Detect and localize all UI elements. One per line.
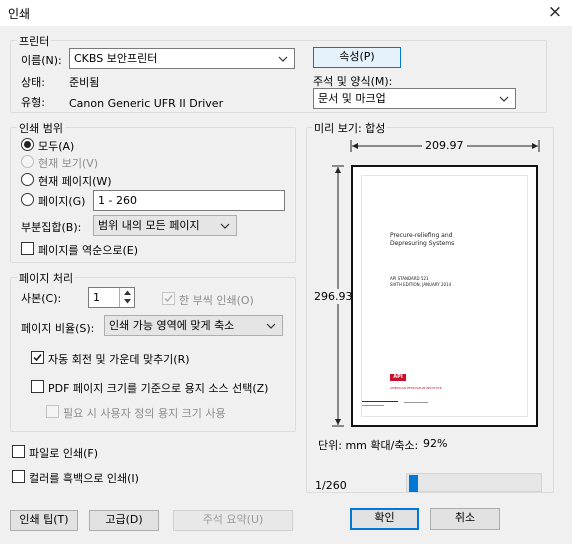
window-title: 인쇄 bbox=[8, 7, 31, 21]
chevron-down-icon bbox=[278, 56, 288, 62]
radio-current-view[interactable] bbox=[21, 155, 34, 168]
printer-status-value: 준비됨 bbox=[69, 76, 100, 89]
printer-type-value: Canon Generic UFR II Driver bbox=[69, 97, 224, 110]
page-scaling-select[interactable]: 인쇄 가능 영역에 맞게 축소 bbox=[104, 315, 283, 336]
doc-footer-rule bbox=[362, 405, 384, 406]
print-to-file-label: 파일로 인쇄(F) bbox=[29, 447, 99, 460]
collate-checkbox[interactable] bbox=[162, 292, 175, 305]
comments-forms-label: 주석 및 양식(M): bbox=[313, 75, 393, 88]
printer-type-label: 유형: bbox=[21, 96, 45, 109]
page-slider[interactable] bbox=[406, 473, 542, 492]
api-logo: API bbox=[390, 374, 406, 381]
cancel-button[interactable]: 취소 bbox=[430, 508, 500, 530]
comments-forms-select[interactable]: 문서 및 마크업 bbox=[313, 88, 516, 109]
radio-current-page-label: 현재 페이지(W) bbox=[38, 175, 112, 188]
radio-pages-label: 페이지(G) bbox=[38, 195, 86, 208]
doc-title-line2: Depresuring Systems bbox=[390, 240, 455, 247]
reverse-pages-label: 페이지를 역순으로(E) bbox=[38, 244, 138, 257]
doc-title-line1: Precure-reliefing and bbox=[390, 232, 453, 239]
page-scaling-value: 인쇄 가능 영역에 맞게 축소 bbox=[109, 319, 235, 332]
title-bar bbox=[0, 0, 572, 26]
print-to-file-checkbox[interactable] bbox=[12, 445, 25, 458]
custom-paper-label: 필요 시 사용자 정의 용지 크기 사용 bbox=[63, 407, 226, 420]
printer-name-select[interactable]: CKBS 보안프린터 bbox=[69, 48, 295, 69]
page-indicator: 1/260 bbox=[315, 479, 347, 492]
advanced-button[interactable]: 고급(D) bbox=[89, 510, 159, 531]
auto-rotate-checkbox[interactable] bbox=[31, 351, 44, 364]
page-slider-thumb[interactable] bbox=[409, 475, 418, 492]
units-zoom-label: 단위: mm 확대/축소: bbox=[318, 439, 419, 452]
pages-range-input[interactable]: 1 - 260 bbox=[93, 190, 285, 211]
copies-stepper[interactable] bbox=[119, 288, 134, 307]
printer-status-label: 상태: bbox=[21, 76, 45, 89]
copies-label: 사본(C): bbox=[21, 292, 62, 305]
preview-height: 296.93 bbox=[314, 289, 353, 304]
print-range-legend: 인쇄 범위 bbox=[17, 120, 65, 136]
checkmark-icon bbox=[164, 295, 173, 303]
close-icon[interactable]: × bbox=[544, 1, 566, 23]
pdf-page-size-checkbox[interactable] bbox=[31, 380, 44, 393]
subset-value: 범위 내의 모든 페이지 bbox=[98, 219, 200, 232]
preview-width: 209.97 bbox=[422, 139, 467, 152]
arrow-up-icon[interactable] bbox=[123, 289, 132, 296]
subset-select[interactable]: 범위 내의 모든 페이지 bbox=[93, 215, 237, 236]
doc-small-text: AMERICAN PETROLEUM INSTITUTE bbox=[390, 386, 442, 390]
chevron-down-icon bbox=[220, 223, 230, 229]
arrow-down-icon[interactable] bbox=[123, 298, 132, 305]
radio-current-page[interactable] bbox=[21, 173, 34, 186]
radio-all[interactable] bbox=[21, 138, 34, 151]
doc-footer-rule bbox=[404, 402, 428, 403]
radio-current-view-label: 현재 보기(V) bbox=[38, 157, 99, 170]
page-handling-legend: 페이지 처리 bbox=[17, 270, 76, 286]
subset-label: 부분집합(B): bbox=[21, 221, 82, 234]
collate-label: 한 부씩 인쇄(O) bbox=[179, 294, 254, 307]
printer-name-value: CKBS 보안프린터 bbox=[74, 52, 158, 65]
checkmark-icon bbox=[33, 354, 42, 362]
auto-rotate-label: 자동 회전 및 가운데 맞추기(R) bbox=[48, 353, 190, 366]
comments-forms-value: 문서 및 마크업 bbox=[318, 92, 386, 105]
preview-page: Precure-reliefing and Depresuring System… bbox=[351, 165, 538, 427]
doc-footer-rule bbox=[362, 401, 398, 402]
pdf-page-size-label: PDF 페이지 크기를 기준으로 용지 소스 선택(Z) bbox=[48, 382, 269, 395]
zoom-value: 92% bbox=[423, 437, 448, 450]
print-tips-button[interactable]: 인쇄 팁(T) bbox=[10, 510, 78, 531]
preview-page-content: Precure-reliefing and Depresuring System… bbox=[361, 175, 528, 417]
radio-all-label: 모두(A) bbox=[38, 140, 75, 153]
ok-button[interactable]: 확인 bbox=[350, 508, 419, 530]
doc-standard-line2: SIXTH EDITION, JANUARY 2014 bbox=[390, 282, 452, 287]
chevron-down-icon bbox=[266, 323, 276, 329]
summarize-comments-button[interactable]: 주석 요약(U) bbox=[173, 510, 293, 531]
page-scaling-label: 페이지 비율(S): bbox=[21, 322, 95, 335]
printer-legend: 프린터 bbox=[17, 33, 52, 49]
reverse-pages-checkbox[interactable] bbox=[21, 242, 34, 255]
grayscale-checkbox[interactable] bbox=[12, 470, 25, 483]
custom-paper-checkbox[interactable] bbox=[46, 405, 59, 418]
chevron-down-icon bbox=[499, 96, 509, 102]
radio-pages[interactable] bbox=[21, 193, 34, 206]
preview-legend: 미리 보기: 합성 bbox=[312, 120, 388, 136]
properties-button[interactable]: 속성(P) bbox=[313, 47, 401, 68]
grayscale-label: 컬러를 흑백으로 인쇄(I) bbox=[29, 472, 139, 485]
printer-name-label: 이름(N): bbox=[21, 54, 62, 67]
